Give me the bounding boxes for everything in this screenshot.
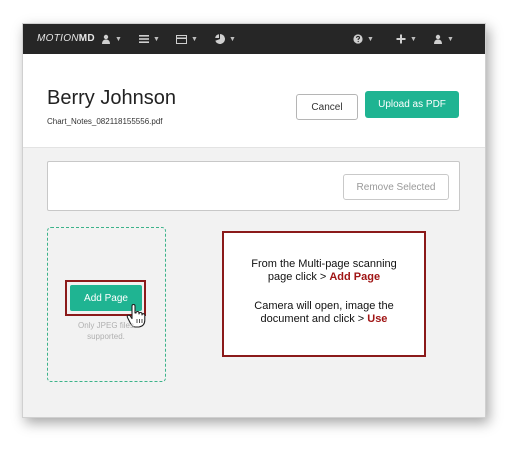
document-filename: Chart_Notes_082118155556.pdf	[47, 117, 163, 126]
callout-paragraph-1: From the Multi-page scanning page click …	[224, 258, 424, 284]
callout-line-2-text: page click >	[267, 271, 330, 283]
hint-line-2: supported.	[87, 332, 125, 341]
list-icon	[139, 35, 149, 43]
chevron-down-icon: ▼	[229, 35, 236, 43]
chevron-down-icon: ▼	[410, 35, 417, 43]
callout-line-3: Camera will open, image the	[254, 300, 394, 312]
file-type-hint: Only JPEG files supported.	[56, 320, 156, 342]
upload-as-pdf-button[interactable]: Upload as PDF	[365, 91, 459, 118]
motionmd-logo[interactable]: MOTIONMD	[37, 33, 95, 44]
chevron-down-icon: ▼	[447, 35, 454, 43]
patient-name: Berry Johnson	[47, 87, 176, 109]
user-icon	[434, 34, 442, 44]
chevron-down-icon: ▼	[367, 35, 374, 43]
app-window: MOTIONMD ▼ ▼ ▼ ▼ ▼ ▼ ▼ Berry Johnson Cha…	[22, 23, 486, 418]
instruction-callout: From the Multi-page scanning page click …	[222, 231, 426, 357]
document-header: Berry Johnson Chart_Notes_082118155556.p…	[23, 54, 485, 148]
callout-line-4-text: document and click >	[260, 313, 368, 325]
plus-icon	[396, 34, 406, 44]
top-navbar: MOTIONMD ▼ ▼ ▼ ▼ ▼ ▼ ▼	[23, 24, 485, 54]
nav-help-menu[interactable]: ▼	[353, 31, 374, 47]
callout-line-4: document and click > Use	[224, 313, 424, 326]
page-actions-panel: Remove Selected	[47, 161, 460, 211]
callout-highlight-add-page: Add Page	[329, 271, 381, 283]
nav-add-menu[interactable]: ▼	[396, 31, 417, 47]
nav-reports-menu[interactable]: ▼	[215, 31, 236, 47]
nav-account-menu[interactable]: ▼	[433, 31, 454, 47]
nav-patients-menu[interactable]: ▼	[101, 31, 122, 47]
chart-icon	[215, 34, 225, 44]
callout-line-1: From the Multi-page scanning	[251, 258, 397, 270]
logo-text-bold: MD	[78, 33, 95, 44]
nav-billing-menu[interactable]: ▼	[176, 31, 198, 47]
callout-line-2: page click > Add Page	[224, 271, 424, 284]
callout-highlight-use: Use	[367, 313, 388, 325]
cancel-button[interactable]: Cancel	[296, 94, 358, 120]
callout-paragraph-2: Camera will open, image the document and…	[224, 300, 424, 326]
add-page-dropzone[interactable]: Add Page Only JPEG files supported.	[47, 227, 166, 382]
nav-list-menu[interactable]: ▼	[139, 31, 160, 47]
help-icon	[353, 34, 363, 44]
logo-text-light: MOTION	[37, 33, 79, 44]
chevron-down-icon: ▼	[153, 35, 160, 43]
chevron-down-icon: ▼	[115, 35, 122, 43]
card-icon	[176, 34, 187, 44]
user-icon	[102, 34, 110, 44]
chevron-down-icon: ▼	[191, 35, 198, 43]
hint-line-1: Only JPEG files	[77, 321, 134, 330]
remove-selected-button[interactable]: Remove Selected	[343, 174, 449, 200]
